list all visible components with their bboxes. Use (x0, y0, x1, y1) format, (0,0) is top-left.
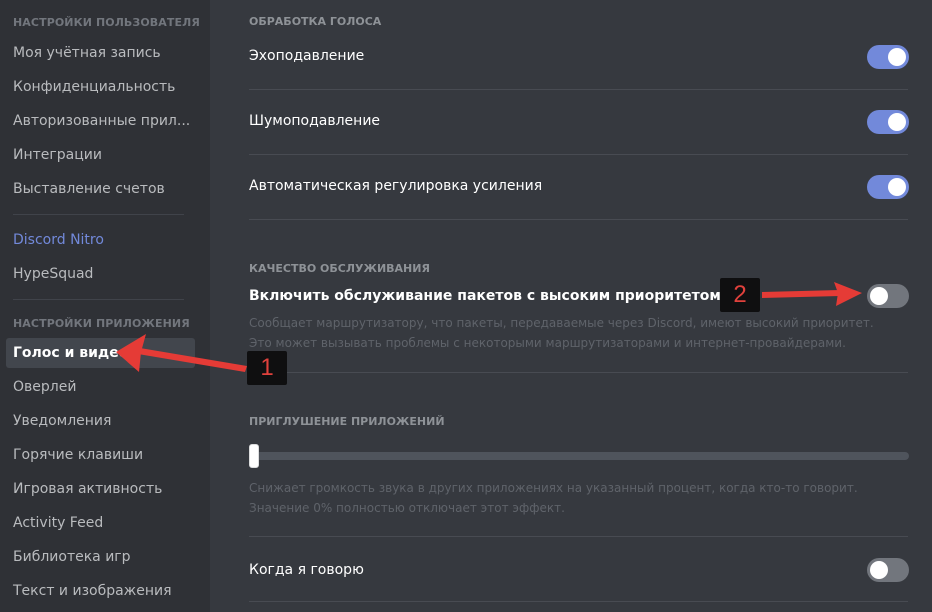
sidebar-item-privacy[interactable]: Конфиденциальность (6, 72, 195, 102)
settings-sidebar: Настройки пользователя Моя учётная запис… (0, 0, 210, 612)
attenuation-slider-track[interactable] (252, 452, 909, 460)
sidebar-item-discord-nitro[interactable]: Discord Nitro (6, 225, 195, 255)
divider (249, 154, 908, 155)
sidebar-divider (13, 214, 184, 215)
echo-cancellation-label: Эхоподавление (249, 48, 365, 64)
sidebar-item-billing[interactable]: Выставление счетов (6, 174, 195, 204)
attenuation-description: Снижает громкость звука в других приложе… (249, 481, 858, 515)
auto-gain-control-toggle[interactable] (867, 175, 909, 199)
qos-toggle[interactable] (867, 284, 909, 308)
noise-suppression-toggle[interactable] (867, 110, 909, 134)
sidebar-item-activity-feed[interactable]: Activity Feed (6, 508, 195, 538)
sidebar-item-voice-video[interactable]: Голос и видео (6, 338, 195, 368)
sidebar-item-game-activity[interactable]: Игровая активность (6, 474, 195, 504)
attenuation-slider-handle[interactable] (249, 444, 259, 468)
qos-label: Включить обслуживание пакетов с высоким … (249, 288, 721, 304)
annotation-badge-1: 1 (247, 351, 287, 385)
annotation-badge-2: 2 (720, 278, 760, 312)
toggle-knob (888, 48, 906, 66)
toggle-knob (888, 178, 906, 196)
sidebar-item-integrations[interactable]: Интеграции (6, 140, 195, 170)
app-settings-header: Настройки приложения (13, 317, 190, 330)
when-speaking-label: Когда я говорю (249, 562, 364, 578)
when-speaking-toggle[interactable] (867, 558, 909, 582)
divider (249, 89, 908, 90)
sidebar-item-hypesquad[interactable]: HypeSquad (6, 259, 195, 289)
toggle-knob (870, 561, 888, 579)
divider (249, 372, 908, 373)
toggle-knob (888, 113, 906, 131)
sidebar-item-notifications[interactable]: Уведомления (6, 406, 195, 436)
voice-processing-header: Обработка голоса (249, 15, 382, 28)
qos-description: Сообщает маршрутизатору, что пакеты, пер… (249, 316, 874, 350)
user-settings-header: Настройки пользователя (13, 16, 200, 29)
echo-cancellation-toggle[interactable] (867, 45, 909, 69)
sidebar-item-overlay[interactable]: Оверлей (6, 372, 195, 402)
divider (249, 601, 908, 602)
attenuation-header: Приглушение приложений (249, 415, 445, 428)
qos-header: Качество обслуживания (249, 262, 430, 275)
toggle-knob (870, 287, 888, 305)
divider (249, 219, 908, 220)
sidebar-item-authorized-apps[interactable]: Авторизованные прил... (6, 106, 195, 136)
sidebar-item-game-library[interactable]: Библиотека игр (6, 542, 195, 572)
sidebar-divider (13, 299, 184, 300)
noise-suppression-label: Шумоподавление (249, 113, 381, 129)
sidebar-item-text-images[interactable]: Текст и изображения (6, 576, 195, 606)
settings-content: Обработка голоса Эхоподавление Шумоподав… (210, 0, 932, 612)
sidebar-item-keybinds[interactable]: Горячие клавиши (6, 440, 195, 470)
auto-gain-control-label: Автоматическая регулировка усиления (249, 178, 543, 194)
sidebar-item-my-account[interactable]: Моя учётная запись (6, 38, 195, 68)
divider (249, 536, 908, 537)
